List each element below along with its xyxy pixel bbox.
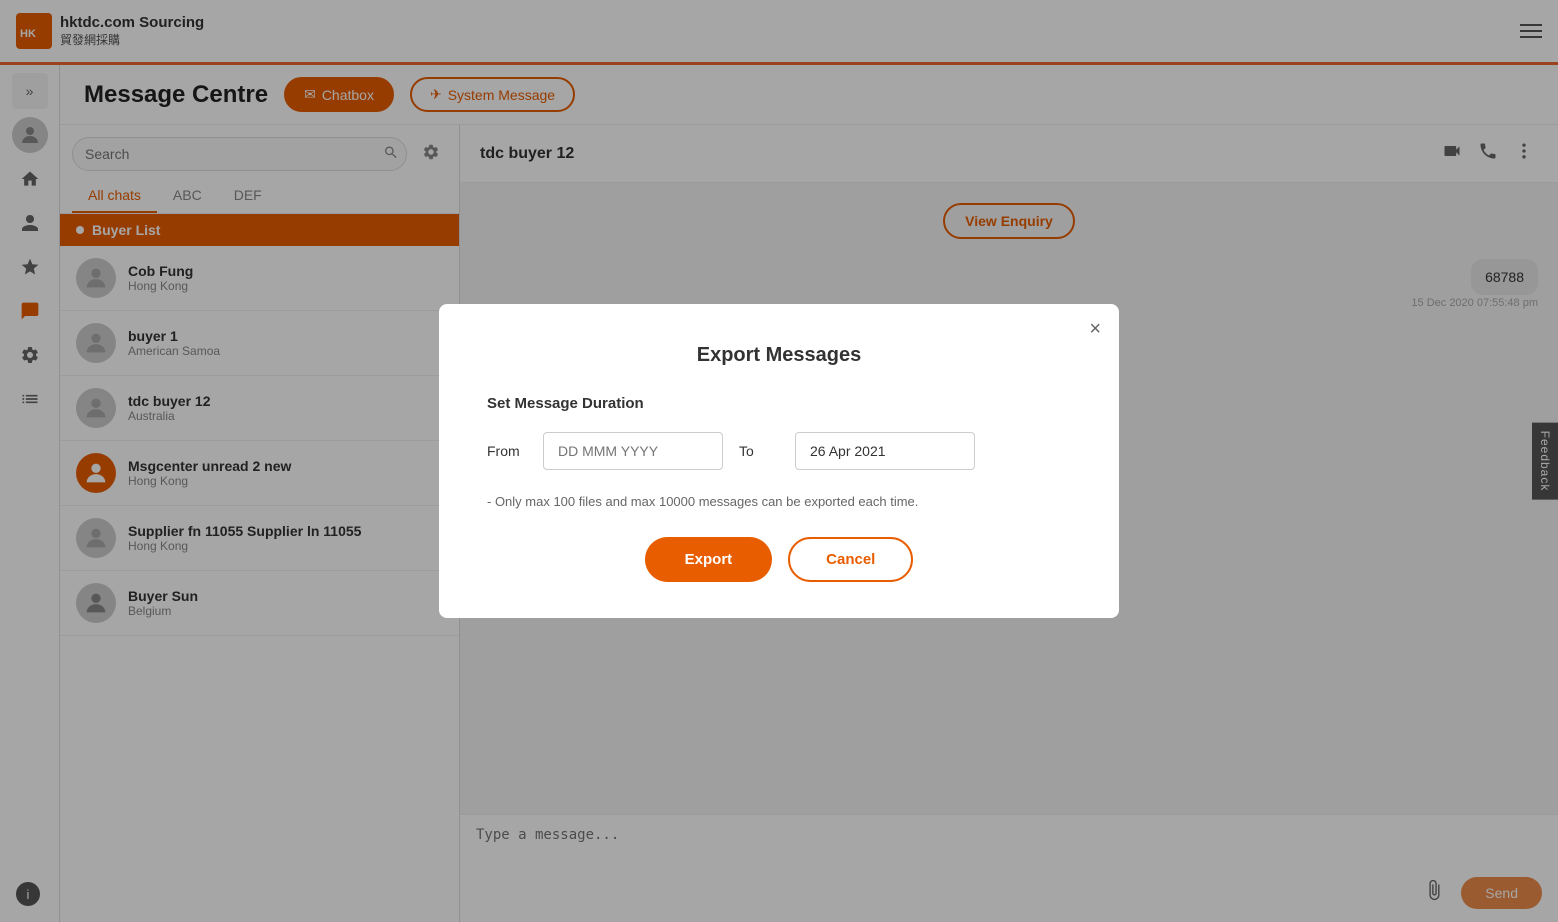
modal-overlay: × Export Messages Set Message Duration F… [0, 0, 1558, 922]
modal-note: - Only max 100 files and max 10000 messa… [487, 494, 1071, 509]
modal-title: Export Messages [487, 344, 1071, 367]
cancel-button[interactable]: Cancel [788, 537, 913, 582]
to-label: To [739, 443, 779, 459]
modal-close-button[interactable]: × [1089, 318, 1101, 341]
export-modal: × Export Messages Set Message Duration F… [439, 304, 1119, 618]
from-label: From [487, 443, 527, 459]
export-button[interactable]: Export [645, 537, 773, 582]
to-date-input[interactable] [795, 432, 975, 470]
modal-date-row: From To [487, 432, 1071, 470]
modal-actions: Export Cancel [487, 537, 1071, 582]
from-date-input[interactable] [543, 432, 723, 470]
modal-section-label: Set Message Duration [487, 395, 1071, 412]
